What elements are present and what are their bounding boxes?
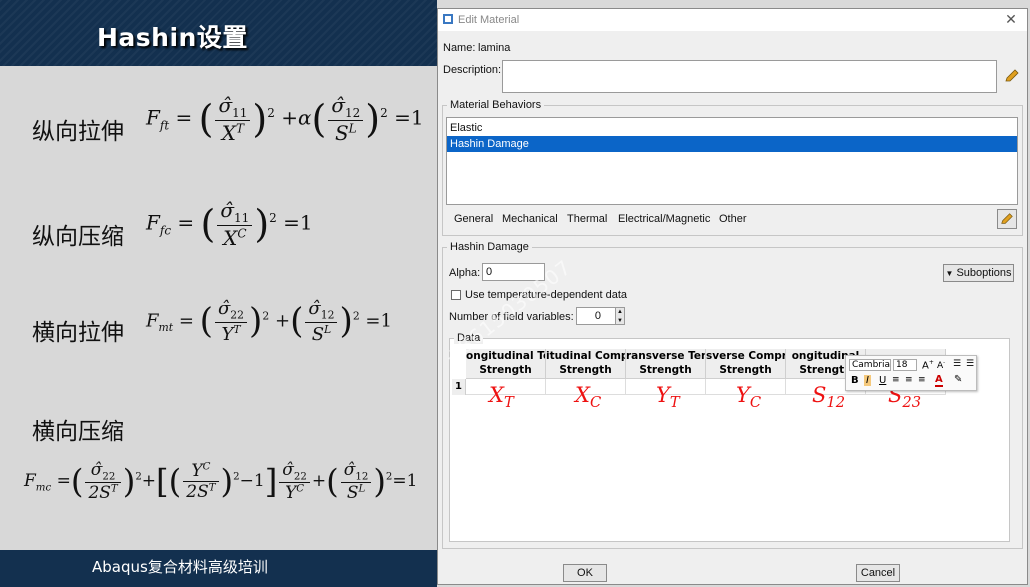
row-index: 1 (452, 379, 466, 395)
grow-font-icon[interactable]: A+ (922, 359, 934, 371)
font-size-select[interactable]: 18 (893, 359, 917, 371)
equation-longitudinal-compression: Ffc = (σ̂11 XC)2 =1 (146, 198, 313, 250)
italic-icon[interactable]: I (864, 375, 871, 386)
label-transverse-tension: 横向拉伸 (32, 320, 124, 346)
behavior-elastic[interactable]: Elastic (447, 120, 1017, 136)
annotation-yt: YT (656, 383, 680, 412)
spinner-arrows-icon[interactable]: ▲ ▼ (615, 307, 625, 325)
behaviors-title: Material Behaviors (447, 99, 545, 111)
indent-icon[interactable]: ☰ (953, 359, 961, 369)
menu-mechanical[interactable]: Mechanical (502, 213, 558, 225)
annotation-yc: YC (736, 383, 762, 412)
column-header[interactable]: ransverse TensilStrength (626, 349, 706, 379)
alpha-label: Alpha: (449, 267, 481, 279)
ok-button[interactable]: OK (563, 564, 607, 582)
equation-transverse-tension: Fmt = (σ̂22 YT)2 +(σ̂12 SL)2 =1 (146, 298, 392, 345)
pencil-icon[interactable] (1004, 68, 1020, 84)
equation-longitudinal-tension: Fft = (σ̂11 XT)2 +α(σ̂12 SL)2 =1 (146, 93, 424, 145)
slide-panel: Hashin设置 纵向拉伸 Fft = (σ̂11 XT)2 +α(σ̂12 SL)… (0, 0, 437, 587)
dropdown-icon: ▼ (945, 269, 954, 278)
description-input[interactable] (502, 60, 997, 93)
behavior-hashin-damage[interactable]: Hashin Damage (447, 136, 1017, 152)
name-label: Name: (443, 42, 476, 54)
outdent-icon[interactable]: ☰ (966, 359, 974, 369)
label-longitudinal-compression: 纵向压缩 (32, 224, 124, 250)
menu-general[interactable]: General (454, 213, 493, 225)
pencil-icon (1001, 213, 1013, 224)
shrink-font-icon[interactable]: A- (937, 360, 945, 371)
align-left-icon[interactable]: ≡ (892, 375, 900, 385)
menu-other[interactable]: Other (719, 213, 747, 225)
annotation-xt: XT (489, 383, 514, 412)
label-longitudinal-tension: 纵向拉伸 (32, 119, 124, 145)
menu-thermal[interactable]: Thermal (567, 213, 607, 225)
column-header[interactable]: ongitudinal TensStrength (466, 349, 546, 379)
font-select[interactable]: Cambria (849, 359, 891, 371)
close-icon[interactable]: ✕ (1003, 11, 1019, 27)
app-icon (443, 14, 453, 24)
dialog-titlebar[interactable]: Edit Material ✕ (438, 9, 1027, 31)
font-color-icon[interactable]: A (935, 374, 943, 387)
slide-title: Hashin设置 (97, 23, 248, 52)
temperature-checkbox[interactable] (451, 290, 461, 300)
format-mini-toolbar: Cambria 18 A+ A- ☰ ☰ B I U ≡ ≡ ≡ A ✎ (845, 355, 977, 391)
annotation-s12: S12 (812, 383, 846, 412)
label-transverse-compression: 横向压缩 (32, 419, 124, 445)
align-right-icon[interactable]: ≡ (918, 375, 926, 385)
column-header[interactable]: sverse CompresStrength (706, 349, 786, 379)
bold-icon[interactable]: B (851, 375, 859, 386)
slide-footer-text: Abaqus复合材料高级培训 (92, 558, 268, 576)
underline-icon[interactable]: U (879, 375, 886, 386)
description-label: Description: (443, 64, 502, 76)
material-name: lamina (478, 42, 511, 54)
dialog-title: Edit Material (458, 14, 520, 26)
align-center-icon[interactable]: ≡ (905, 375, 913, 385)
annotation-xc: XC (575, 383, 602, 412)
cancel-button[interactable]: Cancel (856, 564, 900, 582)
menu-electrical-magnetic[interactable]: Electrical/Magnetic (618, 213, 710, 225)
behaviors-list: Elastic Hashin Damage (446, 117, 1018, 205)
field-vars-input[interactable]: 0 (576, 307, 616, 325)
column-header[interactable]: itudinal CompreStrength (546, 349, 626, 379)
suboptions-button[interactable]: ▼ Suboptions (943, 264, 1014, 282)
equation-transverse-compression: Fmc =(σ̂22 2ST)2+[(YC 2ST)2−1] σ̂22 YC +(σ̂12… (24, 460, 418, 504)
hashin-title: Hashin Damage (447, 241, 532, 253)
suboptions-label: Suboptions (956, 267, 1012, 279)
format-painter-icon[interactable]: ✎ (954, 374, 962, 385)
edit-behavior-button[interactable] (997, 209, 1017, 229)
